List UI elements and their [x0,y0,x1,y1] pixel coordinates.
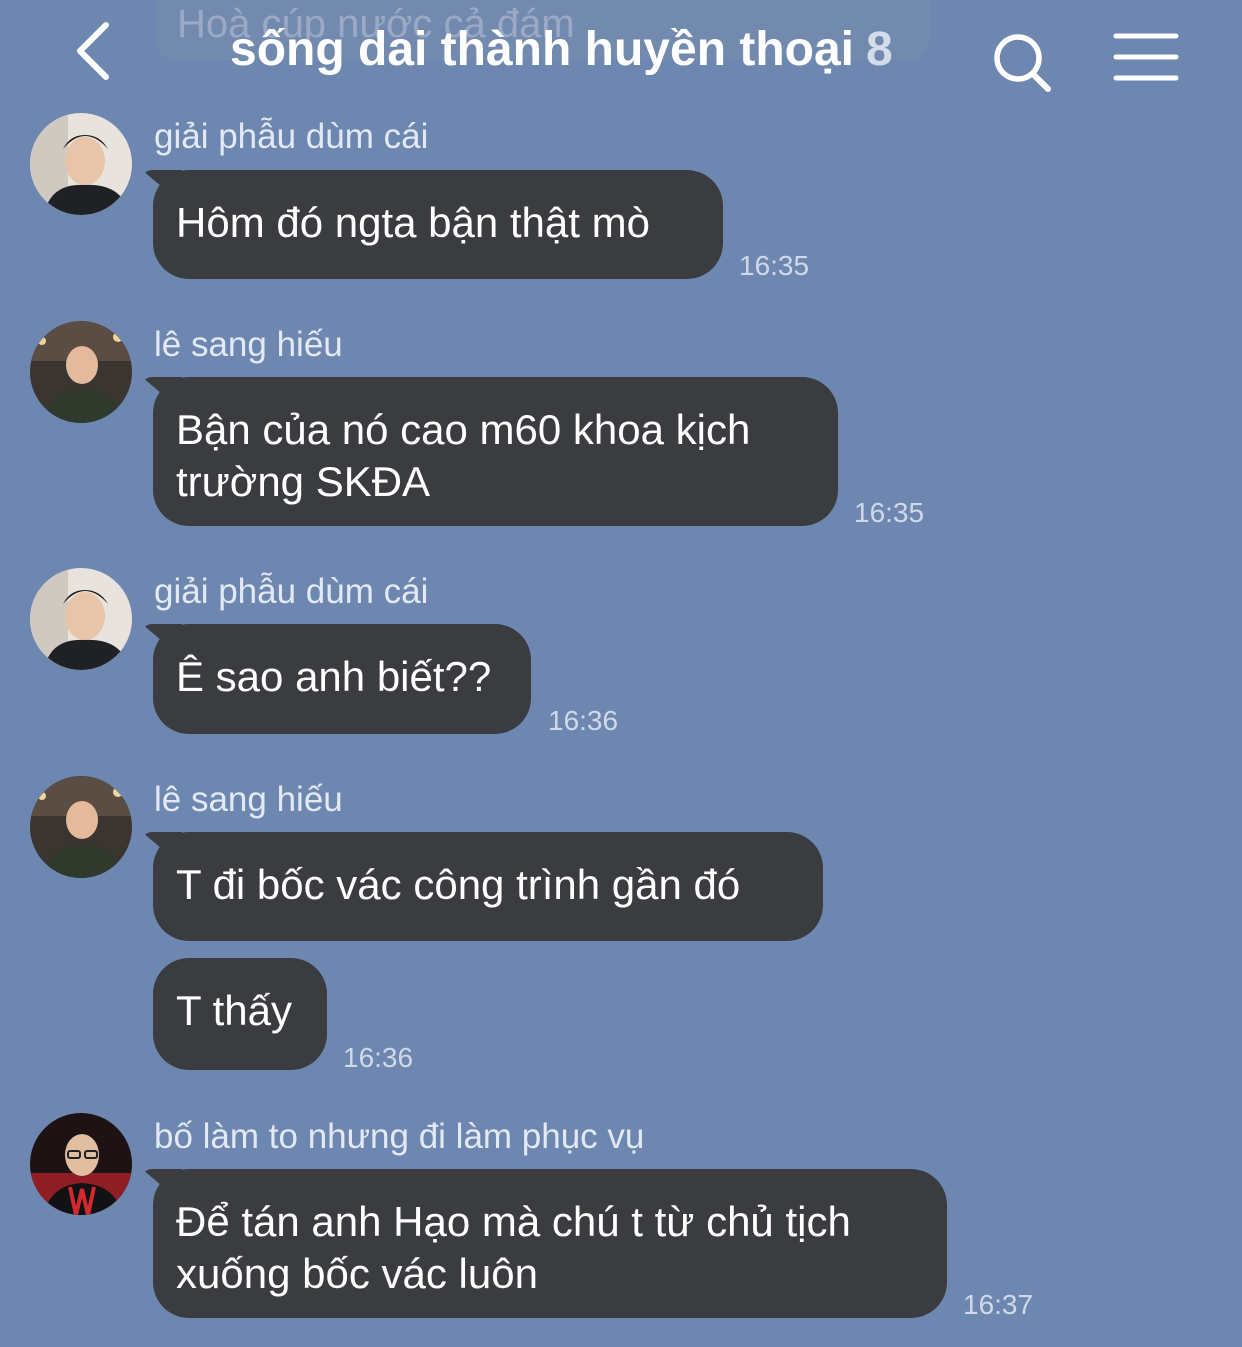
avatar-photo [30,321,132,423]
message-bubble[interactable]: Ê sao anh biết?? [153,624,531,734]
message-text: T đi bốc vác công trình gần đó [176,861,741,908]
search-icon [994,34,1051,92]
message-bubble[interactable]: Hôm đó ngta bận thật mò [153,170,723,279]
message-text-line: Để tán anh Hạo mà chú t từ chủ tịch [176,1198,851,1245]
message-timestamp: 16:35 [739,250,810,281]
member-count: 8 [866,23,893,76]
message-text: Hôm đó ngta bận thật mò [176,199,650,246]
avatar-photo [30,1113,132,1215]
avatar-photo [30,776,132,878]
message-bubble[interactable]: T đi bốc vác công trình gần đó [153,832,823,941]
hamburger-menu-icon [1113,33,1179,81]
message-text: Ê sao anh biết?? [176,653,492,700]
chat-header: Hoà cúp nước cả đám sống dai thành huyền… [0,0,1242,100]
message-text-line: xuống bốc vác luôn [176,1250,538,1297]
message-timestamp: 16:36 [548,705,619,736]
message-text: T thấy [176,987,292,1034]
group-name: sống dai thành huyền thoại [230,23,854,76]
chevron-left-icon [77,22,109,80]
avatar[interactable] [30,321,132,423]
message-timestamp: 16:35 [854,497,925,528]
message-bubble[interactable]: Bận của nó cao m60 khoa kịch trường SKĐA [153,377,838,526]
back-button[interactable] [62,18,122,84]
sender-name: giải phẫu dùm cái [154,117,429,156]
sender-name: lê sang hiếu [154,325,343,364]
message-text-line: Bận của nó cao m60 khoa kịch [176,406,751,453]
message-timestamp: 16:36 [343,1042,414,1073]
search-button[interactable] [988,28,1058,94]
avatar[interactable] [30,776,132,878]
avatar[interactable] [30,1113,132,1215]
avatar-photo [30,568,132,670]
menu-button[interactable] [1112,28,1182,86]
sender-name: giải phẫu dùm cái [154,572,429,611]
avatar-photo [30,113,132,215]
avatar[interactable] [30,568,132,670]
sender-name: bố làm to nhưng đi làm phục vụ [154,1117,645,1156]
message-text-line: trường SKĐA [176,458,431,505]
message-bubble[interactable]: Để tán anh Hạo mà chú t từ chủ tịch xuốn… [153,1169,947,1318]
message-bubble[interactable]: T thấy [153,958,327,1070]
sender-name: lê sang hiếu [154,780,343,819]
avatar[interactable] [30,113,132,215]
chat-title[interactable]: sống dai thành huyền thoại 8 [230,22,893,77]
message-timestamp: 16:37 [963,1289,1034,1320]
